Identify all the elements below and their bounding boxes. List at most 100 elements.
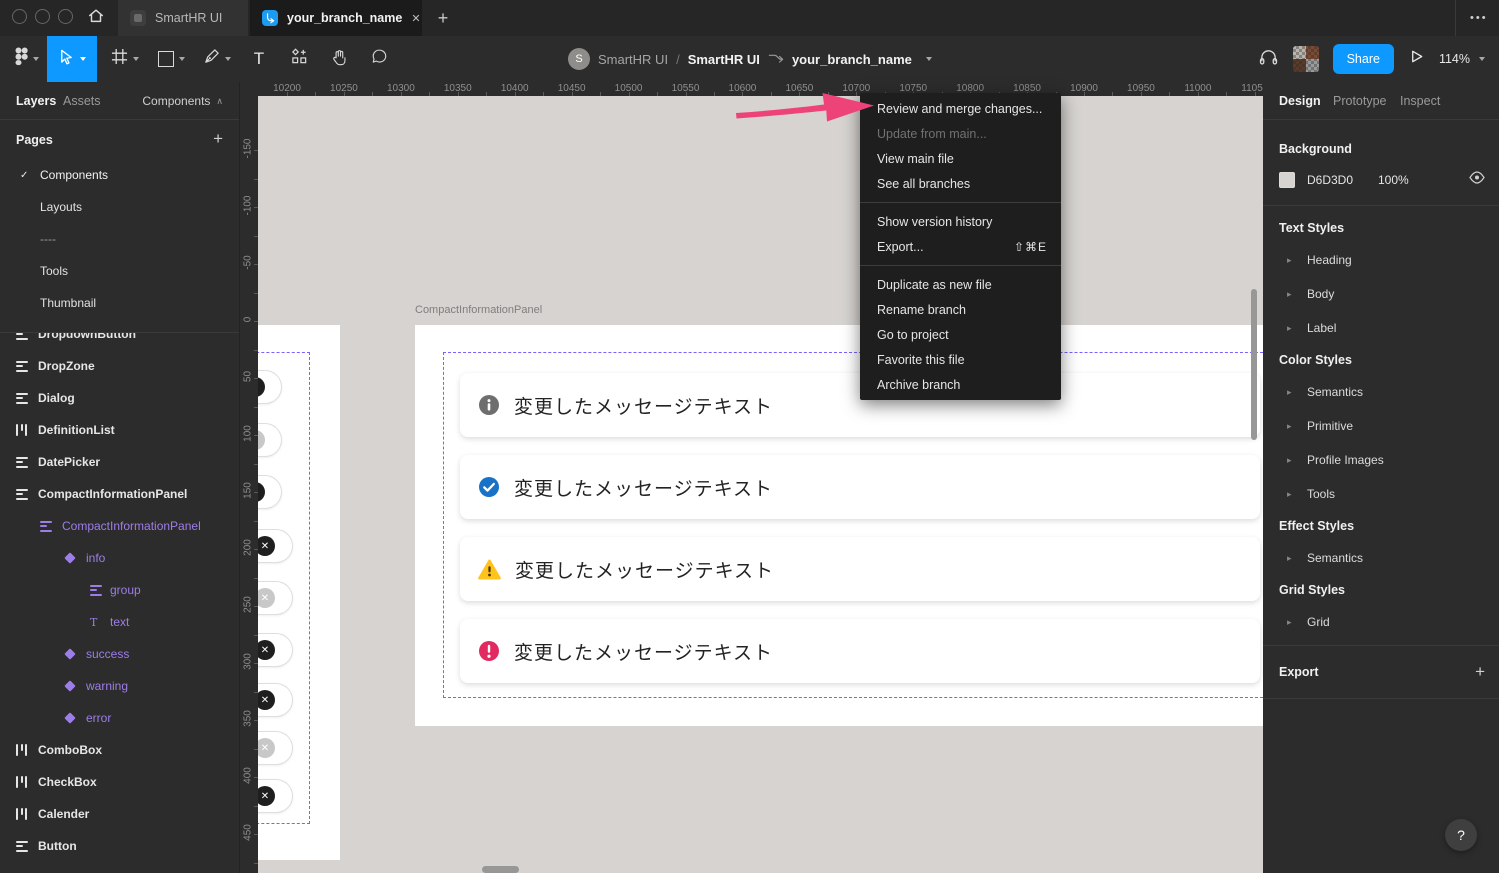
pen-tool-button[interactable] [195,36,239,82]
help-button[interactable]: ? [1445,819,1477,851]
menu-item-export[interactable]: Export...⇧⌘E [860,234,1061,259]
window-overflow-menu[interactable]: ••• [1462,0,1496,36]
style-item-tools[interactable]: ▸Tools [1263,482,1499,506]
canvas-horizontal-scrollbar[interactable] [482,866,519,873]
layer-row-group[interactable]: group [0,574,239,606]
move-tool-button[interactable] [47,36,97,82]
frame-tool-button[interactable] [103,36,147,82]
comment-tool-button[interactable] [361,36,397,82]
add-export-button[interactable]: + [1475,662,1485,682]
create-component-button[interactable] [281,36,317,82]
page-item-tools[interactable]: Tools [0,255,239,287]
ruler-tick-label: 400 [243,756,254,796]
close-tab-icon[interactable]: ✕ [411,12,420,25]
layer-row-success[interactable]: success [0,638,239,670]
menu-item-rename-branch[interactable]: Rename branch [860,297,1061,322]
layer-row-definitionlist[interactable]: DefinitionList [0,414,239,446]
style-item-heading[interactable]: ▸Heading [1263,248,1499,272]
tab-prototype[interactable]: Prototype [1333,82,1387,120]
page-item-components[interactable]: ✓Components [0,159,239,191]
shape-tool-button[interactable] [149,36,193,82]
menu-item-duplicate-as-new-file[interactable]: Duplicate as new file [860,272,1061,297]
canvas[interactable]: ✕✕✕✕✕✕✕✕✕ CompactInformationPanel 変更したメッ… [240,82,1263,873]
menu-item-show-version-history[interactable]: Show version history [860,209,1061,234]
message-card-success[interactable]: 変更したメッセージテキスト [460,455,1260,519]
layer-row-combobox[interactable]: ComboBox [0,734,239,766]
layer-row-button[interactable]: Button [0,830,239,862]
background-hex-value[interactable]: D6D3D0 [1307,173,1353,187]
menu-item-label: Favorite this file [877,353,965,367]
menu-item-review-and-merge-changes[interactable]: Review and merge changes... [860,96,1061,121]
ruler-tick-label: 250 [243,585,254,625]
page-item-layouts[interactable]: Layouts [0,191,239,223]
eye-icon[interactable] [1469,171,1485,190]
ruler-tick [315,92,316,96]
tab-layers[interactable]: Layers [16,82,56,120]
breadcrumb-team[interactable]: SmartHR UI [598,52,668,67]
tab-design[interactable]: Design [1279,82,1321,120]
tab-inspect[interactable]: Inspect [1400,82,1440,120]
style-item-primitive[interactable]: ▸Primitive [1263,414,1499,438]
traffic-lights[interactable] [12,9,73,24]
ruler-tick [254,578,258,579]
layer-row-dropdownbutton[interactable]: DropdownButton [0,333,239,350]
background-opacity-value[interactable]: 100% [1378,173,1409,187]
style-item-semantics[interactable]: ▸Semantics [1263,380,1499,404]
layer-row-dropzone[interactable]: DropZone [0,350,239,382]
branch-menu-chevron-icon[interactable] [926,57,932,61]
style-item-label[interactable]: ▸Label [1263,316,1499,340]
menu-item-archive-branch[interactable]: Archive branch [860,372,1061,397]
add-page-button[interactable]: + [213,129,223,149]
present-play-icon[interactable] [1408,48,1425,70]
main-menu-button[interactable] [8,36,46,82]
layer-row-datepicker[interactable]: DatePicker [0,446,239,478]
text-tool-button[interactable]: T [243,36,275,82]
message-text: 変更したメッセージテキスト [514,392,773,419]
breadcrumb-file[interactable]: SmartHR UI [688,52,760,67]
layer-row-calender[interactable]: Calender [0,798,239,830]
file-tab-icon [130,10,146,26]
share-button[interactable]: Share [1333,44,1394,74]
menu-item-see-all-branches[interactable]: See all branches [860,171,1061,196]
diamond-layer-icon [66,682,74,690]
page-item-thumbnail[interactable]: Thumbnail [0,287,239,319]
message-card-error[interactable]: 変更したメッセージテキスト [460,619,1260,683]
page-selector[interactable]: Components ∧ [142,82,223,120]
style-item-grid[interactable]: ▸Grid [1263,610,1499,634]
layer-row-error[interactable]: error [0,702,239,734]
home-button[interactable] [84,6,108,30]
menu-item-label: Duplicate as new file [877,278,992,292]
zoom-level-control[interactable]: 114% [1439,52,1485,66]
menu-item-go-to-project[interactable]: Go to project [860,322,1061,347]
headphones-icon[interactable] [1258,47,1279,71]
tab-smarthr-ui[interactable]: SmartHR UI [118,0,248,36]
breadcrumb-branch[interactable]: your_branch_name [792,52,912,67]
user-avatar[interactable] [1293,46,1319,72]
tab-assets[interactable]: Assets [63,82,101,120]
canvas-vertical-scrollbar[interactable] [1251,289,1257,440]
style-item-semantics[interactable]: ▸Semantics [1263,546,1499,570]
layer-row-text[interactable]: Ttext [0,606,239,638]
caret-right-icon: ▸ [1287,553,1292,564]
style-item-label: Primitive [1307,419,1353,433]
menu-item-view-main-file[interactable]: View main file [860,146,1061,171]
style-item-body[interactable]: ▸Body [1263,282,1499,306]
layer-row-dialog[interactable]: Dialog [0,382,239,414]
chevron-down-icon [33,57,39,61]
menu-item-favorite-this-file[interactable]: Favorite this file [860,347,1061,372]
style-item-profile-images[interactable]: ▸Profile Images [1263,448,1499,472]
layer-row-checkbox[interactable]: CheckBox [0,766,239,798]
page-item-----[interactable]: ---- [0,223,239,255]
layer-row-warning[interactable]: warning [0,670,239,702]
frame-title[interactable]: CompactInformationPanel [415,304,542,316]
tab-your-branch-name[interactable]: your_branch_name ✕ [250,0,422,36]
layer-row-info[interactable]: info [0,542,239,574]
layer-label: DefinitionList [38,423,115,437]
background-color-swatch[interactable] [1279,172,1295,188]
hand-tool-button[interactable] [321,36,357,82]
new-tab-button[interactable]: + [430,5,456,31]
style-item-label: Profile Images [1307,453,1384,467]
message-card-warning[interactable]: 変更したメッセージテキスト [460,537,1260,601]
layer-row-compactinformationpanel[interactable]: CompactInformationPanel [0,510,239,542]
layer-row-compactinformationpanel[interactable]: CompactInformationPanel [0,478,239,510]
